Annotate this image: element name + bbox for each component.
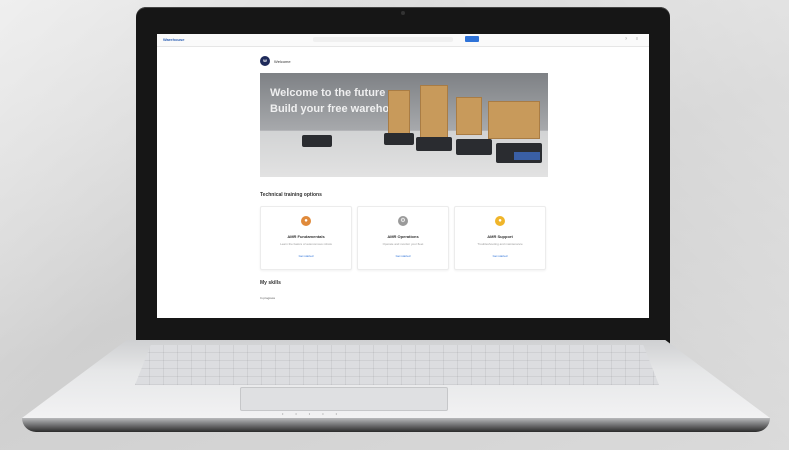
card-title: AMR Fundamentals xyxy=(287,234,325,239)
card-link[interactable]: Get started xyxy=(261,254,351,258)
crate-image xyxy=(420,85,448,139)
robot-image xyxy=(416,137,452,151)
training-card[interactable]: ● AMR Support Troubleshooting and mainte… xyxy=(454,206,546,270)
top-bar: Warehouse ? ≡ xyxy=(157,34,649,47)
training-card[interactable]: ● AMR Fundamentals Learn the basics of a… xyxy=(260,206,352,270)
robot-icon: ● xyxy=(301,216,311,226)
hero-title: Welcome to the future xyxy=(270,87,386,99)
robot-image xyxy=(456,139,492,155)
robot-image xyxy=(302,135,332,147)
skills-title: My skills xyxy=(260,280,281,286)
lightbulb-icon: ● xyxy=(495,216,505,226)
skills-item[interactable]: In progress xyxy=(260,296,275,300)
sign-in-button[interactable] xyxy=(465,36,479,42)
card-link[interactable]: Get started xyxy=(455,254,545,258)
search-input[interactable] xyxy=(313,37,453,42)
crate-image xyxy=(388,90,410,136)
card-title: AMR Support xyxy=(487,234,513,239)
app-logo[interactable]: Warehouse xyxy=(163,37,184,42)
card-link[interactable]: Get started xyxy=(358,254,448,258)
touchpad xyxy=(240,387,448,411)
avatar[interactable]: W xyxy=(260,56,270,66)
training-card[interactable]: ⚙ AMR Operations Operate and monitor you… xyxy=(357,206,449,270)
card-title: AMR Operations xyxy=(387,234,419,239)
keyboard xyxy=(135,345,659,385)
laptop-base-edge xyxy=(22,418,770,432)
crate-image xyxy=(456,97,482,135)
card-description: Learn the basics of autonomous robots xyxy=(280,242,332,246)
status-lights: ••••• xyxy=(282,411,350,416)
laptop-screen: Warehouse ? ≡ W Welcome Welcome to the f… xyxy=(157,34,649,318)
menu-icon[interactable]: ≡ xyxy=(635,37,639,41)
gear-icon: ⚙ xyxy=(398,216,408,226)
card-description: Troubleshooting and maintenance xyxy=(477,242,523,246)
section-title: Technical training options xyxy=(260,192,322,198)
robot-image xyxy=(384,133,414,145)
robot-logo xyxy=(514,152,540,160)
hero-banner: Welcome to the future Build your free wa… xyxy=(260,73,548,177)
help-icon[interactable]: ? xyxy=(624,37,628,41)
crate-image xyxy=(488,101,540,139)
user-name: Welcome xyxy=(274,59,291,64)
card-description: Operate and monitor your fleet xyxy=(382,242,424,246)
webcam-icon xyxy=(401,11,405,15)
